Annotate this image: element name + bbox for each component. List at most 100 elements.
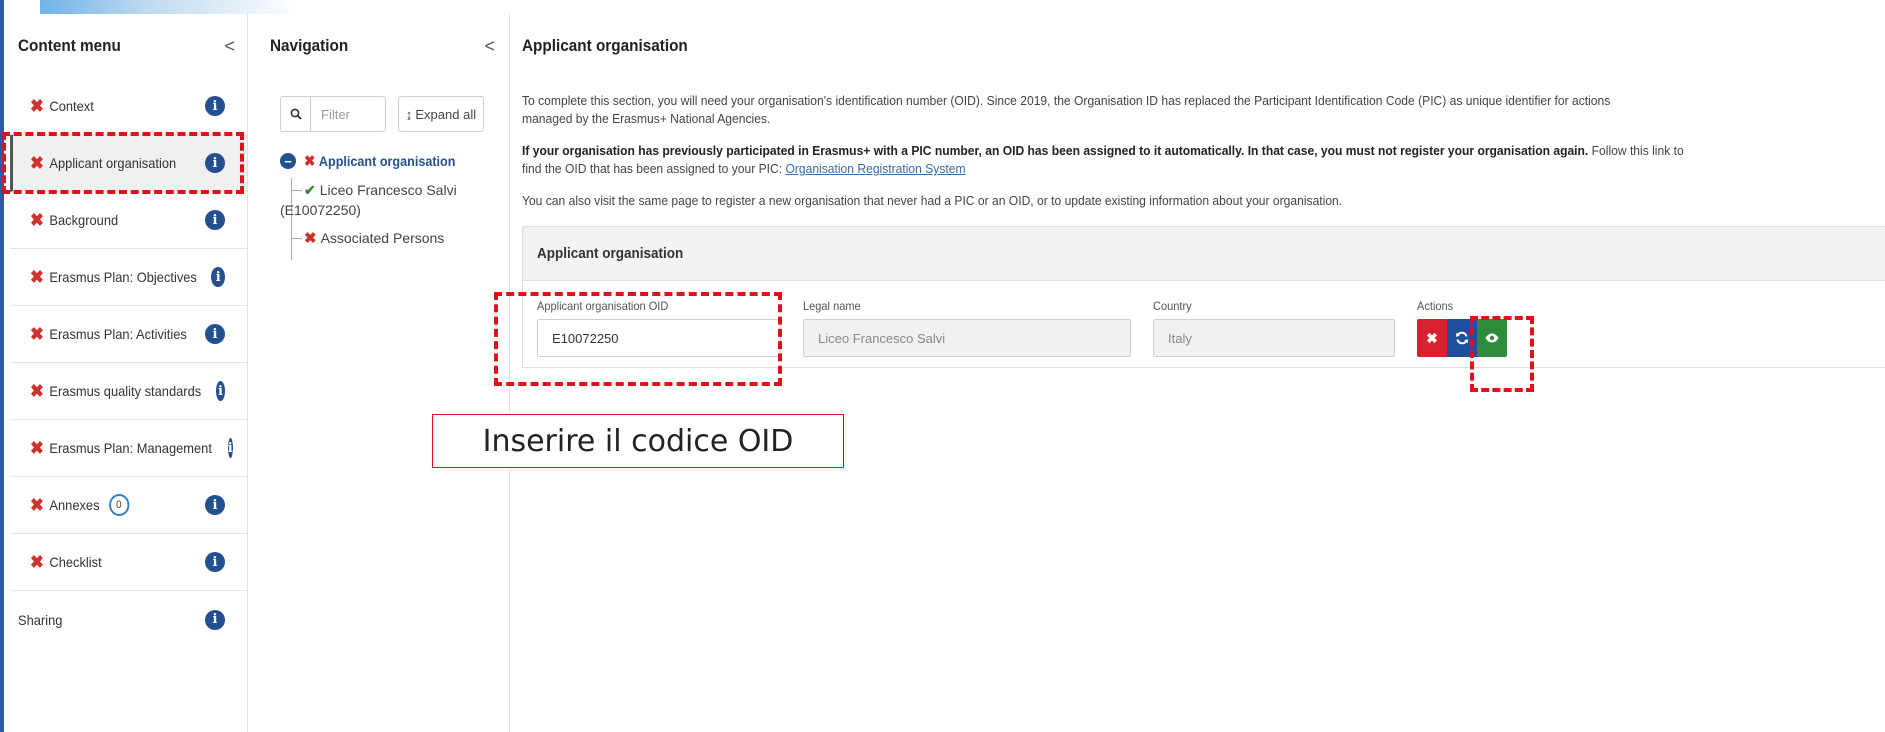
search-icon — [281, 97, 311, 131]
tree-node-organisation[interactable]: ✔ Liceo Francesco Salvi (E10072250) — [280, 180, 509, 220]
pic-rest-text: Follow this link to — [1588, 143, 1684, 158]
menu-item-erasmus-quality-standards[interactable]: ✖ Erasmus quality standards i — [10, 363, 247, 420]
x-mark-icon: ✖ — [304, 229, 317, 247]
refresh-icon — [1456, 331, 1468, 345]
menu-item-checklist[interactable]: ✖ Checklist i — [10, 534, 247, 591]
tree-node-label: Liceo Francesco Salvi — [319, 182, 457, 198]
oid-input[interactable]: E10072250 — [537, 319, 781, 357]
x-mark-icon: ✖ — [30, 153, 44, 173]
collapse-node-icon[interactable]: − — [280, 153, 296, 169]
menu-item-label: Erasmus quality standards — [49, 383, 202, 399]
intro-line-1: To complete this section, you will need … — [522, 93, 1611, 108]
menu-item-label: Background — [49, 212, 119, 228]
info-icon[interactable]: i — [205, 153, 225, 173]
x-mark-icon: ✖ — [30, 267, 44, 287]
main-content: Applicant organisation To complete this … — [522, 14, 1885, 732]
country-label: Country — [1153, 299, 1192, 313]
expand-all-button[interactable]: ↨ Expand all — [398, 96, 484, 132]
tree-root-node[interactable]: − ✖ Applicant organisation — [280, 150, 509, 172]
x-mark-icon: ✖ — [304, 152, 316, 170]
menu-item-erasmus-plan-objectives[interactable]: ✖ Erasmus Plan: Objectives i — [10, 249, 247, 306]
card-body: Applicant organisation OID E10072250 Leg… — [523, 281, 1885, 367]
collapse-chevron-icon[interactable]: < — [484, 36, 495, 57]
content-menu-header: Content menu < — [10, 14, 247, 78]
menu-item-label: Sharing — [18, 611, 63, 628]
x-mark-icon: ✖ — [30, 324, 44, 344]
info-icon[interactable]: i — [205, 609, 225, 630]
menu-item-label: Erasmus Plan: Objectives — [49, 269, 197, 285]
x-mark-icon: ✖ — [30, 438, 44, 458]
actions-label: Actions — [1417, 299, 1454, 313]
page-title: Applicant organisation — [522, 36, 688, 55]
country-field-group: Country Italy — [1153, 299, 1395, 357]
menu-item-label: Annexes — [49, 497, 100, 513]
refresh-button[interactable] — [1447, 319, 1477, 357]
legal-name-field-group: Legal name Liceo Francesco Salvi — [803, 299, 1131, 357]
oid-field-label: Applicant organisation OID — [537, 299, 669, 313]
actions-group: Actions ✖ — [1417, 299, 1517, 357]
info-icon[interactable]: i — [205, 552, 225, 572]
collapse-chevron-icon[interactable]: < — [224, 36, 235, 57]
menu-item-applicant-organisation[interactable]: ✖ Applicant organisation i — [10, 135, 247, 192]
view-button[interactable] — [1477, 319, 1507, 357]
info-icon[interactable]: i — [205, 96, 225, 116]
legal-name-field: Liceo Francesco Salvi — [803, 319, 1131, 357]
organisation-registration-link[interactable]: Organisation Registration System — [785, 161, 965, 176]
x-mark-icon: ✖ — [30, 210, 44, 230]
x-mark-icon: ✖ — [30, 381, 44, 401]
info-icon[interactable]: i — [205, 495, 225, 515]
menu-item-sharing[interactable]: Sharing i — [10, 591, 247, 648]
intro-paragraph: To complete this section, you will need … — [522, 92, 1790, 128]
clear-button[interactable]: ✖ — [1417, 319, 1447, 357]
menu-item-label: Checklist — [49, 554, 102, 570]
x-mark-icon: ✖ — [30, 552, 44, 572]
register-paragraph: You can also visit the same page to regi… — [522, 193, 1343, 208]
filter-box — [280, 96, 386, 132]
expand-all-label: Expand all — [415, 106, 477, 122]
navigation-header: Navigation < — [258, 14, 509, 78]
content-menu-title: Content menu — [18, 36, 121, 55]
pic-paragraph: If your organisation has previously part… — [522, 142, 1790, 178]
expand-icon: ↨ — [405, 106, 413, 122]
header-decoration — [40, 0, 300, 14]
x-mark-icon: ✖ — [30, 495, 44, 515]
content-menu-panel: Content menu < ✖ Context i ✖ Applicant org… — [10, 14, 248, 732]
info-icon[interactable]: i — [216, 381, 225, 401]
instruction-callout: Inserire il codice OID — [432, 414, 844, 468]
menu-item-erasmus-plan-management[interactable]: ✖ Erasmus Plan: Management i — [10, 420, 247, 477]
check-mark-icon: ✔ — [304, 182, 316, 198]
info-icon[interactable]: i — [227, 438, 233, 458]
navigation-title: Navigation — [270, 36, 349, 55]
navigation-tree: − ✖ Applicant organisation ✔ Liceo Frances… — [258, 150, 509, 260]
tree-root-label: Applicant organisation — [318, 153, 456, 169]
menu-item-annexes[interactable]: ✖ Annexes 0 i — [10, 477, 247, 534]
eye-icon — [1485, 333, 1499, 343]
page-title-row: Applicant organisation — [522, 14, 1885, 78]
country-field: Italy — [1153, 319, 1395, 357]
menu-item-erasmus-plan-activities[interactable]: ✖ Erasmus Plan: Activities i — [10, 306, 247, 363]
card-title: Applicant organisation — [537, 245, 684, 262]
filter-input[interactable] — [311, 106, 381, 122]
tree-node-oid: (E10072250) — [280, 202, 361, 218]
window-left-edge — [0, 0, 4, 732]
card-header: Applicant organisation — [523, 227, 1885, 281]
info-icon[interactable]: i — [211, 267, 225, 287]
oid-field-group: Applicant organisation OID E10072250 — [537, 299, 781, 357]
x-mark-icon: ✖ — [30, 96, 44, 116]
menu-item-background[interactable]: ✖ Background i — [10, 192, 247, 249]
pic-bold-text: If your organisation has previously part… — [522, 143, 1589, 158]
menu-item-context[interactable]: ✖ Context i — [10, 78, 247, 135]
navigation-panel: Navigation < ↨Expand all − ✖Applicant or… — [258, 14, 510, 732]
menu-item-label: Erasmus Plan: Activities — [49, 326, 187, 342]
action-buttons: ✖ — [1417, 319, 1517, 357]
tree-node-label: Associated Persons — [320, 230, 445, 246]
info-icon[interactable]: i — [205, 324, 225, 344]
menu-item-label: Context — [49, 98, 94, 114]
tree-node-associated-persons[interactable]: ✖ Associated Persons — [280, 228, 509, 248]
close-icon: ✖ — [1426, 329, 1438, 346]
info-icon[interactable]: i — [205, 210, 225, 230]
menu-item-label: Erasmus Plan: Management — [49, 440, 212, 456]
menu-item-label: Applicant organisation — [49, 155, 177, 171]
navigation-tools: ↨Expand all — [258, 96, 509, 132]
pic-line-2: find the OID that has been assigned to y… — [522, 161, 786, 176]
